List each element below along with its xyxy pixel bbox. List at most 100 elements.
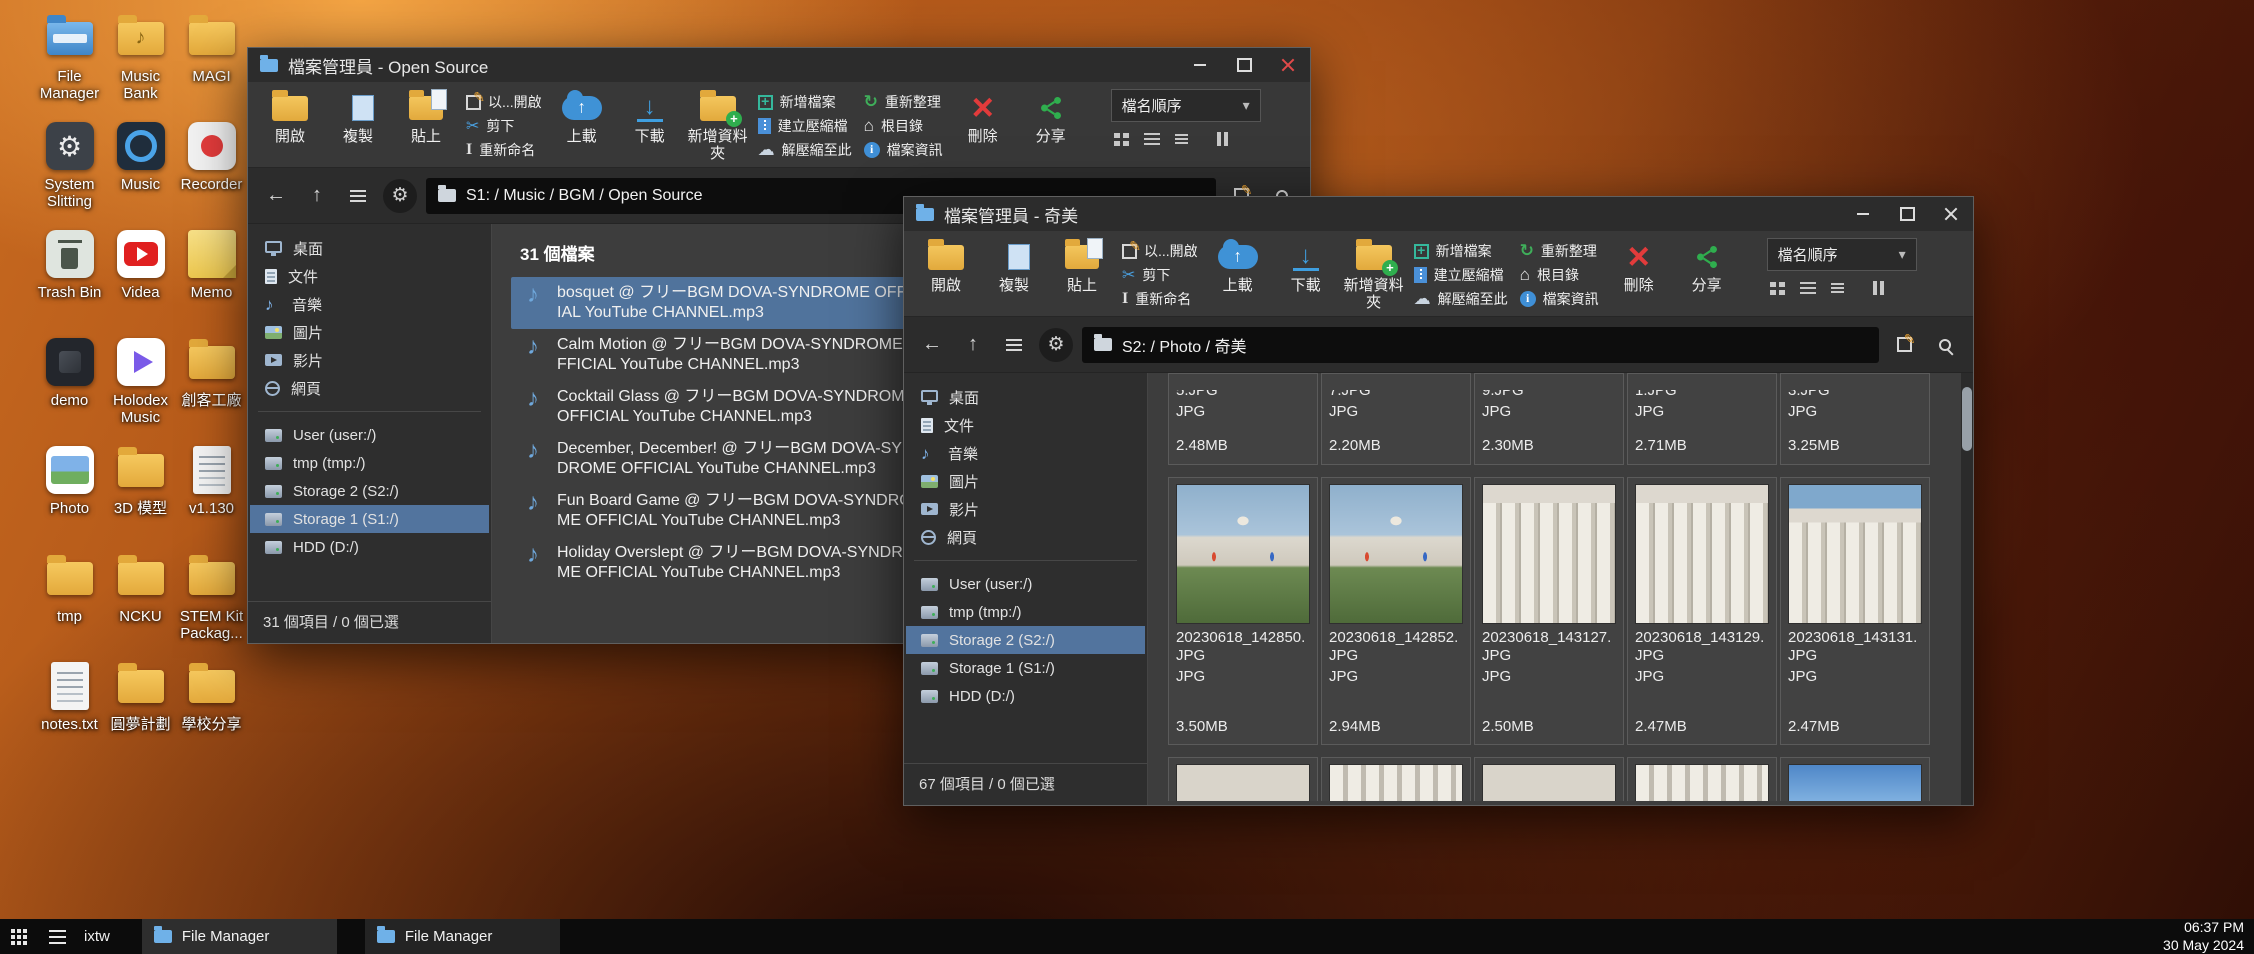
up-button[interactable] — [957, 329, 989, 361]
taskbar-task-file-manager-1[interactable]: File Manager — [142, 919, 337, 954]
root-button[interactable]: 根目錄 — [1520, 264, 1599, 286]
paste-button[interactable]: 貼上 — [1052, 238, 1112, 295]
create-archive-button[interactable]: 建立壓縮檔 — [1414, 264, 1508, 286]
sidebar-item-desktop[interactable]: 桌面 — [250, 234, 489, 262]
rename-button[interactable]: 重新命名 — [466, 139, 542, 161]
photo-cell[interactable] — [1321, 757, 1471, 801]
sidebar-item-hdd[interactable]: HDD (D:/) — [906, 682, 1145, 710]
settings-gear-button[interactable] — [383, 179, 417, 213]
file-row[interactable]: Cocktail Glass @ フリーBGM DOVA-SYNDROME OF… — [511, 381, 935, 433]
download-button[interactable]: 下載 — [620, 89, 680, 146]
grid-view-button[interactable] — [1114, 131, 1129, 147]
photo-cell[interactable]: 20230618_142852.JPG JPG 2.94MB — [1321, 477, 1471, 745]
desktop-icon-holodex-music[interactable]: Holodex Music — [105, 336, 176, 444]
search-button[interactable] — [1929, 329, 1961, 361]
photo-cell[interactable]: 20230618_143127.JPG JPG 2.50MB — [1474, 477, 1624, 745]
menu-button[interactable] — [998, 329, 1030, 361]
sidebar-item-user-drive[interactable]: User (user:/) — [250, 421, 489, 449]
refresh-button[interactable]: 重新整理 — [864, 91, 943, 113]
back-button[interactable] — [916, 329, 948, 361]
file-info-button[interactable]: 檔案資訊 — [864, 139, 943, 161]
desktop-icon-music[interactable]: Music — [105, 120, 176, 228]
sidebar-item-videos[interactable]: 影片 — [250, 346, 489, 374]
file-info-button[interactable]: 檔案資訊 — [1520, 288, 1599, 310]
sidebar-item-music[interactable]: 音樂 — [906, 439, 1145, 467]
photo-cell[interactable]: 9.JPG JPG 2.30MB — [1474, 373, 1624, 465]
share-button[interactable]: 分享 — [1677, 238, 1737, 295]
app-launcher-button[interactable] — [0, 919, 38, 954]
task-list-button[interactable] — [38, 919, 76, 954]
desktop-icon-school-share[interactable]: 學校分享 — [176, 660, 247, 768]
photo-cell[interactable]: 5.JPG JPG 2.48MB — [1168, 373, 1318, 465]
file-row[interactable]: Holiday Overslept @ フリーBGM DOVA-SYNDROME… — [511, 537, 935, 589]
open-with-button[interactable]: 以...開啟 — [466, 91, 542, 113]
maximize-button[interactable] — [1885, 197, 1929, 231]
sidebar-item-web[interactable]: 網頁 — [906, 523, 1145, 551]
sidebar-item-storage2[interactable]: Storage 2 (S2:/) — [250, 477, 489, 505]
new-file-button[interactable]: 新增檔案 — [758, 91, 852, 113]
sidebar-item-documents[interactable]: 文件 — [906, 411, 1145, 439]
detail-view-button[interactable] — [1175, 131, 1188, 147]
sort-dropdown[interactable]: 檔名順序 — [1111, 89, 1261, 122]
new-folder-button[interactable]: 新增資料夾 — [688, 89, 748, 162]
open-with-button[interactable]: 以...開啟 — [1122, 240, 1198, 262]
photo-cell[interactable] — [1474, 757, 1624, 801]
desktop-icon-system-slitting[interactable]: System Slitting — [34, 120, 105, 228]
desktop-icon-maker-factory[interactable]: 創客工廠 — [176, 336, 247, 444]
delete-button[interactable]: 刪除 — [953, 89, 1013, 146]
sidebar-item-storage2[interactable]: Storage 2 (S2:/) — [906, 626, 1145, 654]
new-file-button[interactable]: 新增檔案 — [1414, 240, 1508, 262]
create-archive-button[interactable]: 建立壓縮檔 — [758, 115, 852, 137]
menu-button[interactable] — [342, 180, 374, 212]
list-view-button[interactable] — [1800, 280, 1816, 296]
sidebar-item-tmp-drive[interactable]: tmp (tmp:/) — [250, 449, 489, 477]
photo-cell[interactable] — [1627, 757, 1777, 801]
extract-here-button[interactable]: 解壓縮至此 — [758, 139, 852, 161]
detail-view-button[interactable] — [1831, 280, 1844, 296]
settings-gear-button[interactable] — [1039, 328, 1073, 362]
vertical-scrollbar[interactable] — [1961, 373, 1973, 805]
sort-dropdown[interactable]: 檔名順序 — [1767, 238, 1917, 271]
desktop-icon-dream-plan[interactable]: 圓夢計劃 — [105, 660, 176, 768]
file-row[interactable]: Fun Board Game @ フリーBGM DOVA-SYNDROME OF… — [511, 485, 935, 537]
close-button[interactable] — [1929, 197, 1973, 231]
up-button[interactable] — [301, 180, 333, 212]
upload-button[interactable]: 上載 — [1208, 238, 1268, 295]
open-button[interactable]: 開啟 — [260, 89, 320, 146]
sidebar-item-tmp-drive[interactable]: tmp (tmp:/) — [906, 598, 1145, 626]
paste-button[interactable]: 貼上 — [396, 89, 456, 146]
upload-button[interactable]: 上載 — [552, 89, 612, 146]
sidebar-item-web[interactable]: 網頁 — [250, 374, 489, 402]
sidebar-item-desktop[interactable]: 桌面 — [906, 383, 1145, 411]
new-folder-button[interactable]: 新增資料夾 — [1344, 238, 1404, 311]
photo-cell[interactable]: 20230618_143129.JPG JPG 2.47MB — [1627, 477, 1777, 745]
path-field[interactable]: S2: / Photo / 奇美 — [1082, 327, 1879, 363]
photo-cell[interactable]: 20230618_142850.JPG JPG 3.50MB — [1168, 477, 1318, 745]
back-button[interactable] — [260, 180, 292, 212]
maximize-button[interactable] — [1222, 48, 1266, 82]
photo-cell[interactable]: 20230618_143131.JPG JPG 2.47MB — [1780, 477, 1930, 745]
desktop-icon-videa[interactable]: Videa — [105, 228, 176, 336]
photo-cell[interactable] — [1168, 757, 1318, 801]
photo-cell[interactable]: 1.JPG JPG 2.71MB — [1627, 373, 1777, 465]
sidebar-item-hdd[interactable]: HDD (D:/) — [250, 533, 489, 561]
sidebar-item-storage1[interactable]: Storage 1 (S1:/) — [250, 505, 489, 533]
sidebar-item-user-drive[interactable]: User (user:/) — [906, 570, 1145, 598]
open-button[interactable]: 開啟 — [916, 238, 976, 295]
desktop-icon-music-bank[interactable]: Music Bank — [105, 12, 176, 120]
desktop-icon-magi[interactable]: MAGI — [176, 12, 247, 120]
copy-button[interactable]: 複製 — [328, 89, 388, 146]
file-row[interactable]: Calm Motion @ フリーBGM DOVA-SYNDROME OFFIC… — [511, 329, 935, 381]
desktop-icon-photo[interactable]: Photo — [34, 444, 105, 552]
desktop-icon-trash-bin[interactable]: Trash Bin — [34, 228, 105, 336]
copy-button[interactable]: 複製 — [984, 238, 1044, 295]
desktop-icon-recorder[interactable]: Recorder — [176, 120, 247, 228]
sidebar-item-videos[interactable]: 影片 — [906, 495, 1145, 523]
taskbar-task-file-manager-2[interactable]: File Manager — [365, 919, 560, 954]
grid-view-button[interactable] — [1770, 280, 1785, 296]
scrollbar-thumb[interactable] — [1962, 387, 1972, 451]
desktop-icon-stem-kit[interactable]: STEM Kit Packag... — [176, 552, 247, 660]
delete-button[interactable]: 刪除 — [1609, 238, 1669, 295]
desktop-icon-ncku[interactable]: NCKU — [105, 552, 176, 660]
desktop-icon-memo[interactable]: Memo — [176, 228, 247, 336]
